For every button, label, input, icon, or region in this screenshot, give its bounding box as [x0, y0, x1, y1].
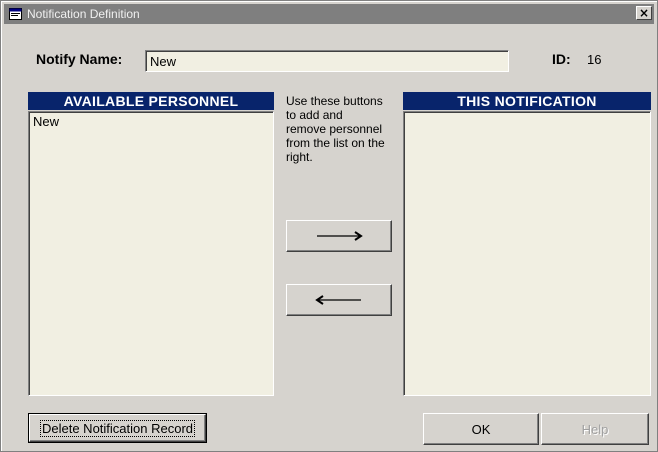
window-icon	[8, 7, 22, 21]
window-title: Notification Definition	[27, 7, 140, 21]
this-notification-list[interactable]	[403, 111, 651, 396]
close-button[interactable]: ×	[636, 6, 652, 20]
remove-personnel-button[interactable]	[286, 284, 392, 316]
right-arrow-icon	[317, 231, 363, 241]
close-icon: ×	[638, 6, 650, 20]
this-notification-header: THIS NOTIFICATION	[403, 92, 651, 110]
help-label: Help	[581, 421, 609, 437]
left-arrow-icon	[315, 295, 361, 305]
instructions-text: Use these buttons to add and remove pers…	[286, 94, 385, 164]
id-value: 16	[587, 52, 602, 67]
notification-definition-dialog: Notification Definition × Notify Name: N…	[0, 0, 658, 452]
add-personnel-button[interactable]	[286, 220, 392, 252]
available-personnel-list[interactable]: New	[28, 111, 274, 396]
delete-notification-label: Delete Notification Record	[39, 419, 196, 437]
delete-notification-button[interactable]: Delete Notification Record	[28, 413, 207, 443]
list-item[interactable]: New	[33, 114, 269, 130]
help-button[interactable]: Help	[541, 413, 649, 445]
ok-label: OK	[471, 421, 491, 437]
notify-name-input[interactable]: New	[145, 50, 509, 72]
title-bar[interactable]: Notification Definition ×	[4, 4, 654, 24]
id-label: ID:	[552, 51, 571, 67]
available-personnel-header: AVAILABLE PERSONNEL	[28, 92, 274, 110]
ok-button[interactable]: OK	[423, 413, 539, 445]
notify-name-label: Notify Name:	[36, 51, 123, 67]
